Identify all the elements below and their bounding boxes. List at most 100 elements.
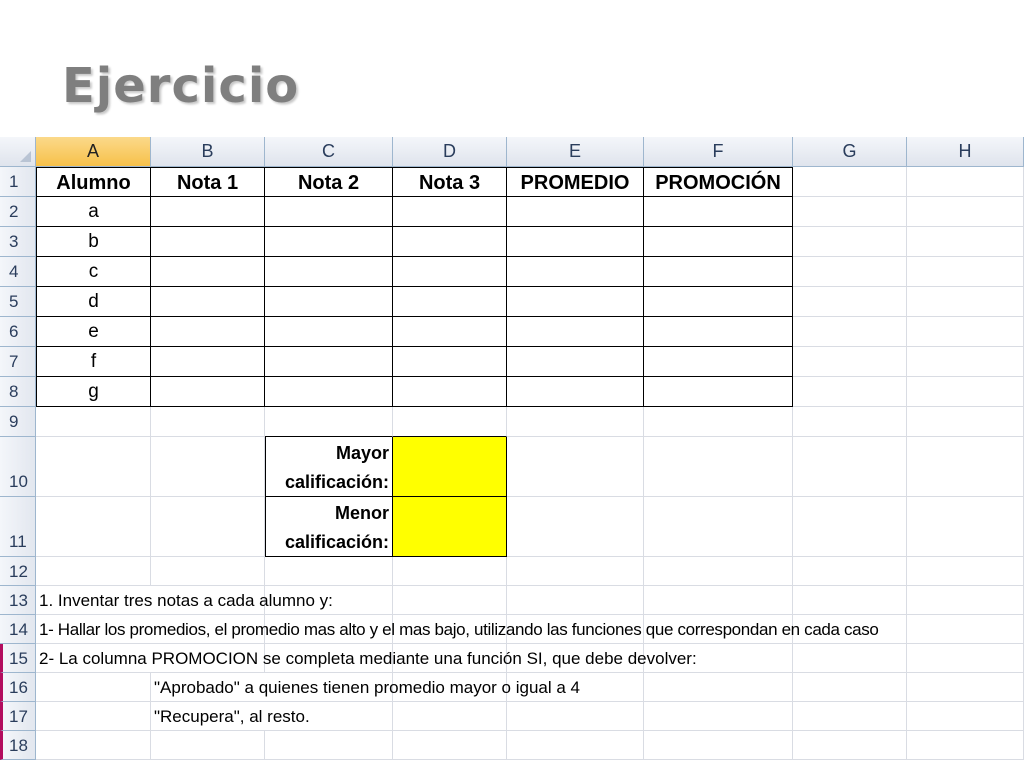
- instruction-text[interactable]: 1. Inventar tres notas a cada alumno y:: [36, 586, 333, 615]
- header-cell-promocion[interactable]: PROMOCIÓN: [644, 167, 793, 197]
- cell[interactable]: [907, 702, 1024, 731]
- cell[interactable]: [644, 731, 793, 760]
- cell[interactable]: [151, 557, 265, 586]
- promotion-cell[interactable]: [644, 197, 793, 227]
- cell[interactable]: [793, 167, 907, 197]
- cell[interactable]: [793, 702, 907, 731]
- average-cell[interactable]: [507, 227, 644, 257]
- average-cell[interactable]: [507, 287, 644, 317]
- cell[interactable]: [644, 557, 793, 586]
- cell[interactable]: [393, 586, 507, 615]
- grade-cell[interactable]: [265, 287, 393, 317]
- cell[interactable]: [265, 407, 393, 437]
- cell[interactable]: [907, 347, 1024, 377]
- cell[interactable]: [907, 497, 1024, 557]
- cell[interactable]: [793, 377, 907, 407]
- average-cell[interactable]: [507, 317, 644, 347]
- row-header[interactable]: 14: [0, 615, 36, 644]
- column-header-f[interactable]: F: [644, 137, 793, 167]
- cell[interactable]: [507, 557, 644, 586]
- row-header[interactable]: 10: [0, 437, 36, 497]
- cell[interactable]: [907, 197, 1024, 227]
- cell[interactable]: [393, 731, 507, 760]
- cell[interactable]: [907, 437, 1024, 497]
- cell[interactable]: [265, 557, 393, 586]
- grade-cell[interactable]: [151, 317, 265, 347]
- cell[interactable]: [36, 673, 151, 702]
- grade-cell[interactable]: [151, 197, 265, 227]
- cell[interactable]: [36, 702, 151, 731]
- student-cell[interactable]: b: [36, 227, 151, 257]
- cell[interactable]: [907, 227, 1024, 257]
- row-header[interactable]: 13: [0, 586, 36, 615]
- grade-cell[interactable]: [265, 317, 393, 347]
- min-grade-value-cell[interactable]: [393, 497, 507, 557]
- cell[interactable]: [507, 437, 644, 497]
- cell[interactable]: [644, 407, 793, 437]
- cell[interactable]: [793, 437, 907, 497]
- average-cell[interactable]: [507, 347, 644, 377]
- cell[interactable]: [151, 437, 265, 497]
- average-cell[interactable]: [507, 197, 644, 227]
- grade-cell[interactable]: [393, 197, 507, 227]
- cell[interactable]: [644, 497, 793, 557]
- cell[interactable]: [36, 497, 151, 557]
- cell[interactable]: [907, 673, 1024, 702]
- instruction-text[interactable]: 2- La columna PROMOCION se completa medi…: [36, 644, 697, 673]
- grade-cell[interactable]: [393, 377, 507, 407]
- cell[interactable]: [793, 644, 907, 673]
- grade-cell[interactable]: [151, 347, 265, 377]
- row-header[interactable]: 9: [0, 407, 36, 437]
- grade-cell[interactable]: [265, 257, 393, 287]
- cell[interactable]: [151, 731, 265, 760]
- cell[interactable]: [36, 731, 151, 760]
- grade-cell[interactable]: [151, 227, 265, 257]
- instruction-text[interactable]: 1- Hallar los promedios, el promedio mas…: [36, 615, 879, 644]
- cell[interactable]: [907, 586, 1024, 615]
- row-header[interactable]: 3: [0, 227, 36, 257]
- grade-cell[interactable]: [265, 197, 393, 227]
- cell[interactable]: [907, 257, 1024, 287]
- cell[interactable]: [907, 167, 1024, 197]
- header-cell-alumno[interactable]: Alumno: [36, 167, 151, 197]
- cell[interactable]: [507, 586, 644, 615]
- cell[interactable]: [793, 673, 907, 702]
- student-cell[interactable]: c: [36, 257, 151, 287]
- row-header[interactable]: 18: [0, 731, 36, 760]
- cell[interactable]: [907, 731, 1024, 760]
- cell[interactable]: [793, 407, 907, 437]
- header-cell-promedio[interactable]: PROMEDIO: [507, 167, 644, 197]
- promotion-cell[interactable]: [644, 227, 793, 257]
- cell[interactable]: [36, 437, 151, 497]
- cell[interactable]: [507, 702, 644, 731]
- cell[interactable]: [793, 731, 907, 760]
- cell[interactable]: [36, 557, 151, 586]
- row-header[interactable]: 4: [0, 257, 36, 287]
- row-header[interactable]: 16: [0, 673, 36, 702]
- student-cell[interactable]: g: [36, 377, 151, 407]
- promotion-cell[interactable]: [644, 257, 793, 287]
- grade-cell[interactable]: [151, 287, 265, 317]
- cell[interactable]: [644, 586, 793, 615]
- promotion-cell[interactable]: [644, 317, 793, 347]
- instruction-text[interactable]: "Aprobado" a quienes tienen promedio may…: [151, 673, 580, 702]
- cell[interactable]: [793, 287, 907, 317]
- cell[interactable]: [393, 702, 507, 731]
- header-cell-nota3[interactable]: Nota 3: [393, 167, 507, 197]
- cell[interactable]: [507, 407, 644, 437]
- student-cell[interactable]: e: [36, 317, 151, 347]
- cell[interactable]: [36, 407, 151, 437]
- row-header[interactable]: 7: [0, 347, 36, 377]
- cell[interactable]: [793, 586, 907, 615]
- student-cell[interactable]: a: [36, 197, 151, 227]
- header-cell-nota1[interactable]: Nota 1: [151, 167, 265, 197]
- column-header-c[interactable]: C: [265, 137, 393, 167]
- cell[interactable]: [793, 317, 907, 347]
- select-all-corner[interactable]: [0, 137, 36, 167]
- grade-cell[interactable]: [393, 227, 507, 257]
- cell[interactable]: [151, 407, 265, 437]
- promotion-cell[interactable]: [644, 377, 793, 407]
- cell[interactable]: [151, 497, 265, 557]
- grade-cell[interactable]: [393, 257, 507, 287]
- cell[interactable]: [507, 497, 644, 557]
